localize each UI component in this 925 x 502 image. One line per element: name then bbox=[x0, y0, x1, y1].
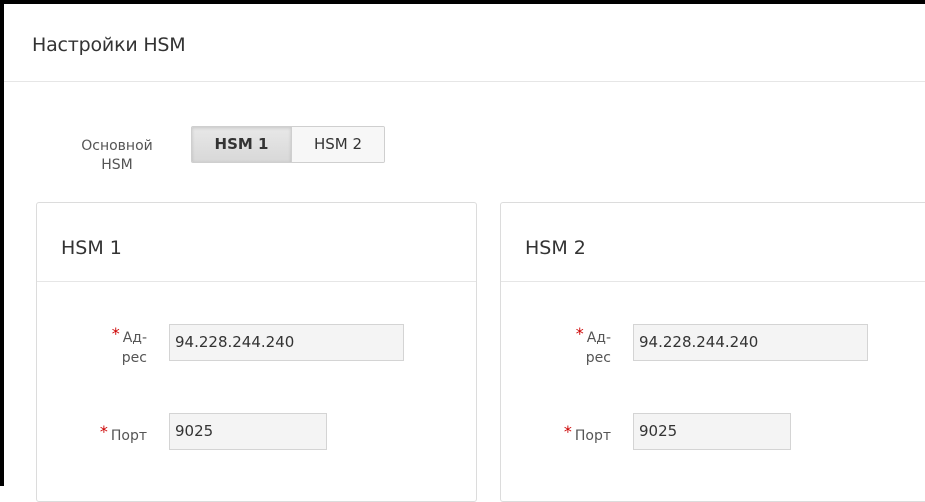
primary-hsm-label: Основной HSM bbox=[64, 137, 170, 175]
hsm1-panel: HSM 1 * Ад- рес 94.228.244.240 * Порт 9025 bbox=[36, 202, 477, 502]
hsm1-panel-header: HSM 1 bbox=[37, 203, 476, 282]
page-header: Настройки HSM bbox=[4, 4, 925, 82]
hsm2-address-label-line1: Ад- bbox=[586, 330, 611, 346]
page-title: Настройки HSM bbox=[32, 34, 186, 56]
primary-hsm-label-line1: Основной bbox=[81, 138, 153, 154]
primary-hsm-option-hsm1[interactable]: HSM 1 bbox=[192, 127, 292, 162]
primary-hsm-label-line2: HSM bbox=[101, 157, 133, 173]
primary-hsm-option-hsm2[interactable]: HSM 2 bbox=[292, 127, 384, 162]
hsm1-address-label-line2: рес bbox=[121, 350, 147, 366]
hsm2-panel-header: HSM 2 bbox=[501, 203, 925, 282]
hsm2-address-label-line2: рес bbox=[585, 350, 611, 366]
hsm1-address-label-line1: Ад- bbox=[122, 330, 147, 346]
hsm2-port-input[interactable]: 9025 bbox=[633, 413, 791, 450]
hsm2-port-required-marker: * bbox=[563, 422, 572, 441]
hsm2-panel: HSM 2 * Ад- рес 94.228.244.240 * Порт 9025 bbox=[500, 202, 925, 502]
hsm2-address-input[interactable]: 94.228.244.240 bbox=[633, 324, 868, 361]
hsm1-port-input[interactable]: 9025 bbox=[169, 413, 327, 450]
hsm1-address-required-marker: * bbox=[111, 324, 120, 343]
hsm1-address-label: * Ад- рес bbox=[81, 324, 147, 368]
primary-hsm-selector: HSM 1 HSM 2 bbox=[191, 126, 385, 163]
hsm2-panel-title: HSM 2 bbox=[525, 237, 586, 259]
hsm2-port-label: * Порт bbox=[541, 422, 611, 446]
hsm1-port-label: * Порт bbox=[77, 422, 147, 446]
hsm1-panel-title: HSM 1 bbox=[61, 237, 122, 259]
hsm1-port-label-text: Порт bbox=[110, 428, 147, 444]
hsm2-address-required-marker: * bbox=[575, 324, 584, 343]
hsm1-port-required-marker: * bbox=[99, 422, 108, 441]
hsm-settings-window: Настройки HSM Основной HSM HSM 1 HSM 2 H… bbox=[0, 0, 925, 502]
hsm2-address-label: * Ад- рес bbox=[545, 324, 611, 368]
hsm2-port-label-text: Порт bbox=[574, 428, 611, 444]
hsm1-address-input[interactable]: 94.228.244.240 bbox=[169, 324, 404, 361]
